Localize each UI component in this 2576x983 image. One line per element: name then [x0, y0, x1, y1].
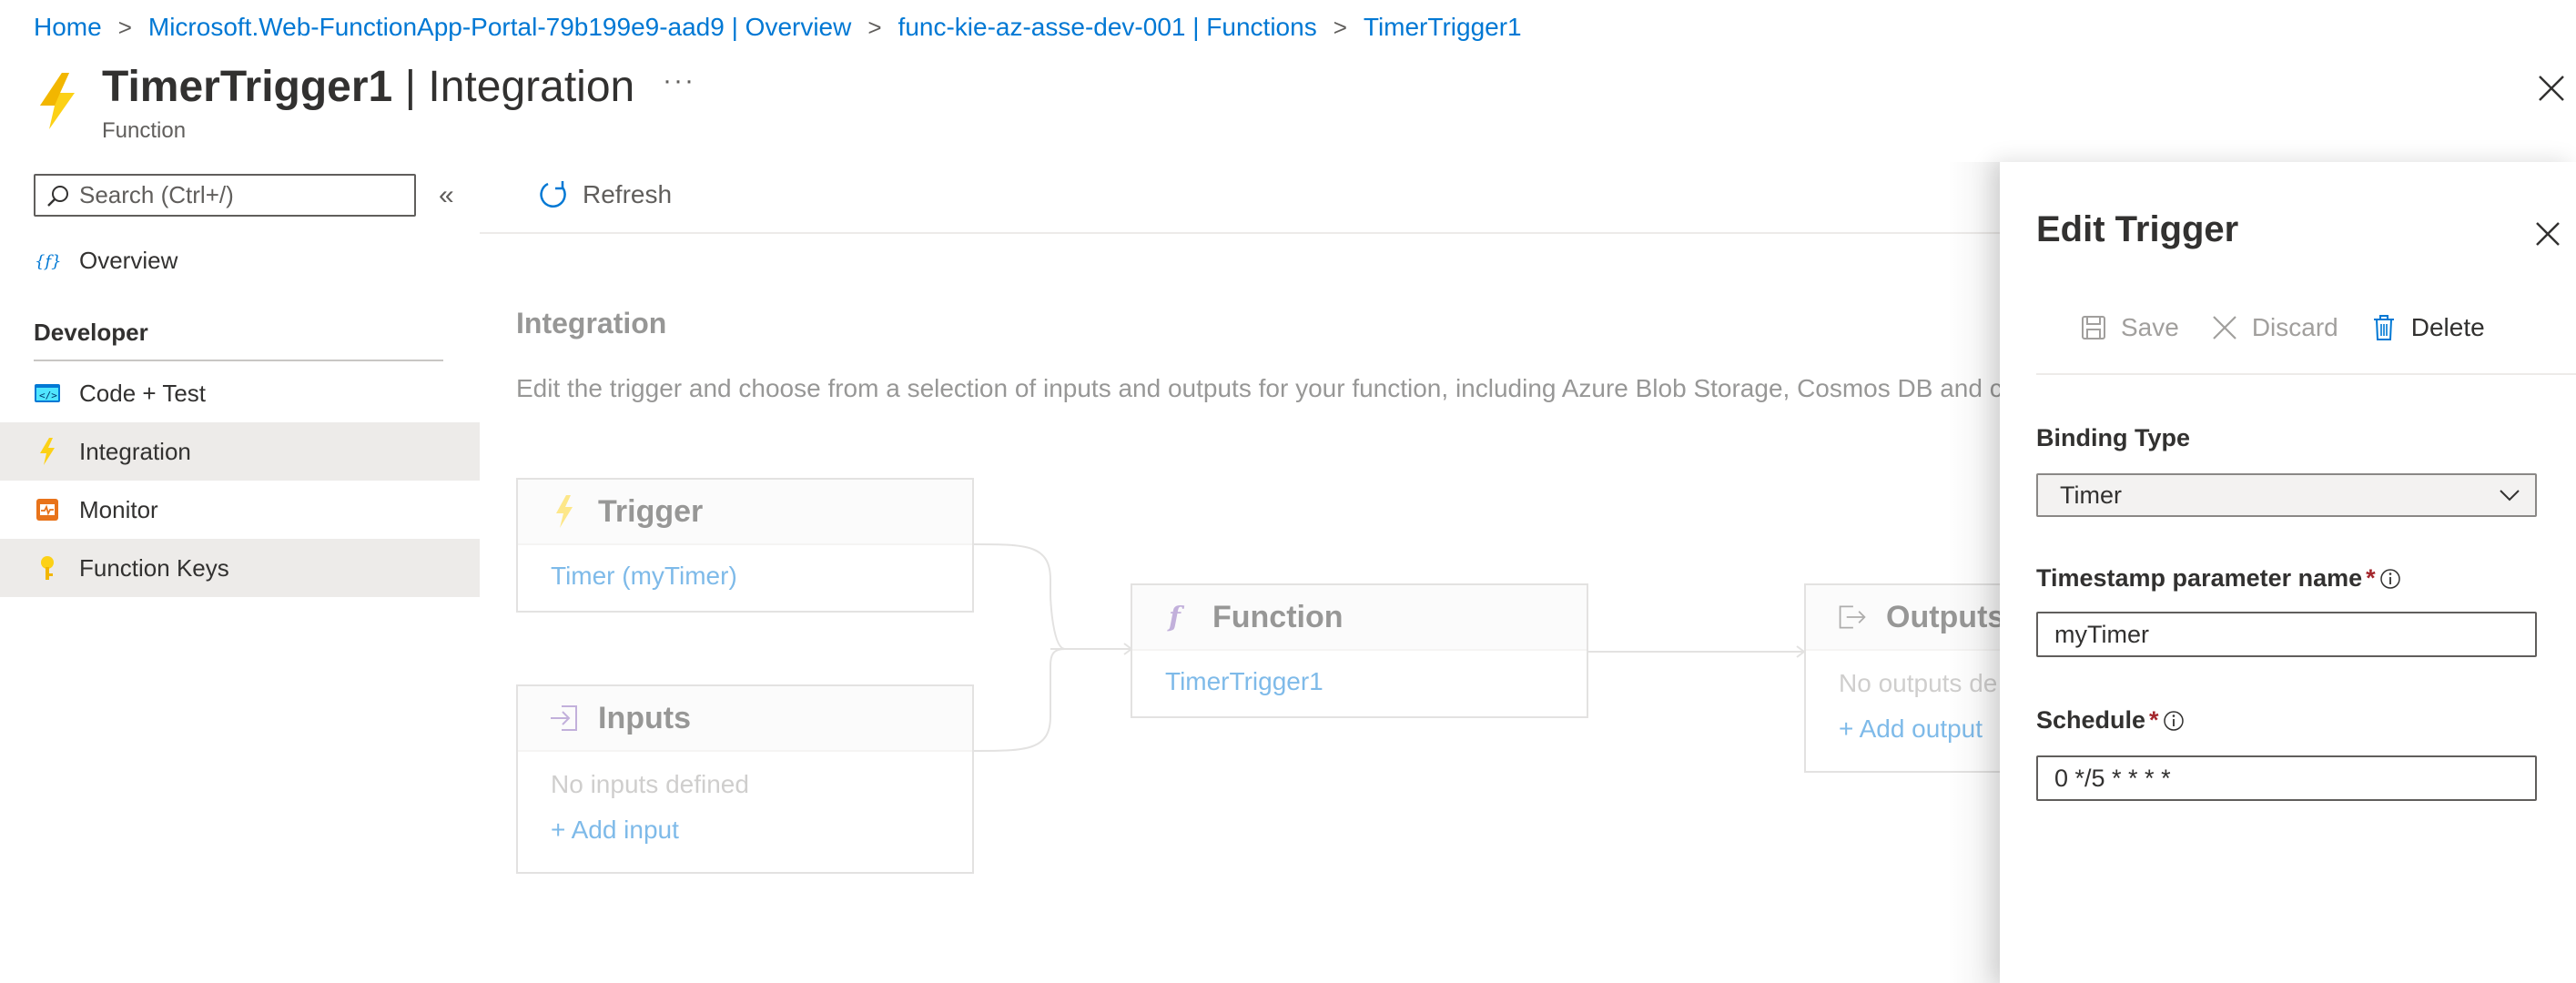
lightning-icon [549, 495, 580, 528]
chevron-right-icon: > [1333, 13, 1347, 41]
refresh-label: Refresh [583, 180, 673, 208]
sidebar-section-developer: Developer [34, 319, 148, 346]
sidebar-item-label: Code + Test [79, 379, 207, 407]
sidebar-item-integration[interactable]: Integration [0, 422, 480, 481]
more-options-button[interactable]: ··· [663, 66, 695, 96]
sidebar-item-function-keys[interactable]: Function Keys [0, 539, 480, 597]
refresh-icon [540, 181, 566, 208]
inputs-empty-text: No inputs defined [551, 770, 749, 798]
breadcrumb-functions[interactable]: func-kie-az-asse-dev-001 | Functions [898, 13, 1317, 42]
save-button[interactable]: Save [2079, 313, 2179, 342]
page-title: TimerTrigger1 | Integration [102, 63, 635, 111]
page-subtitle: Function [102, 118, 187, 143]
trigger-title: Trigger [598, 493, 704, 529]
svg-text:{f}: {f} [35, 252, 61, 271]
panel-title: Edit Trigger [2036, 209, 2239, 249]
sidebar-item-overview[interactable]: {f} Overview [0, 231, 480, 289]
panel-divider [2036, 373, 2576, 375]
inputs-card: Inputs No inputs defined + Add input [516, 684, 974, 874]
close-icon [2213, 316, 2236, 339]
breadcrumb-function-app[interactable]: Microsoft.Web-FunctionApp-Portal-79b199e… [148, 13, 851, 42]
discard-button[interactable]: Discard [2210, 313, 2338, 342]
schedule-field[interactable] [2036, 755, 2537, 801]
sidebar-item-label: Function Keys [79, 553, 229, 582]
timestamp-label: Timestamp parameter name * [2036, 564, 2401, 593]
monitor-icon [34, 496, 61, 523]
sidebar-item-code-test[interactable]: </> Code + Test [0, 364, 480, 422]
trigger-link[interactable]: Timer (myTimer) [551, 562, 972, 591]
command-bar [480, 168, 2018, 234]
collapse-sidebar-button[interactable]: « [439, 180, 454, 211]
chevron-right-icon: > [117, 13, 132, 41]
timestamp-field[interactable] [2036, 612, 2537, 657]
breadcrumb-home[interactable]: Home [34, 13, 102, 42]
add-input-link[interactable]: + Add input [551, 816, 972, 845]
lightning-icon [34, 438, 61, 465]
required-mark: * [2366, 564, 2376, 592]
output-icon [1837, 601, 1868, 633]
svg-text:f: f [1167, 602, 1185, 633]
info-icon[interactable] [2379, 568, 2401, 590]
sidebar-item-label: Integration [79, 437, 191, 465]
binding-type-label: Binding Type [2036, 424, 2190, 451]
function-card: f Function TimerTrigger1 [1131, 583, 1588, 718]
function-icon: {f} [34, 247, 61, 274]
delete-button[interactable]: Delete [2369, 313, 2485, 342]
function-title: Function [1212, 599, 1344, 634]
breadcrumb: Home > Microsoft.Web-FunctionApp-Portal-… [34, 11, 1522, 44]
required-mark: * [2149, 706, 2159, 734]
key-icon [34, 554, 61, 582]
section-divider [34, 360, 443, 361]
info-icon[interactable] [2163, 710, 2185, 732]
sidebar-item-label: Monitor [79, 495, 158, 523]
chevron-down-icon [2500, 490, 2520, 502]
refresh-button[interactable]: Refresh [537, 178, 672, 211]
sidebar-item-label: Overview [79, 246, 178, 274]
lightning-icon [40, 73, 75, 129]
function-icon: f [1163, 601, 1194, 633]
search-icon [47, 185, 68, 207]
sidebar-item-monitor[interactable]: Monitor [0, 481, 480, 539]
panel-command-bar: Save Discard Delete [2079, 313, 2516, 342]
breadcrumb-function[interactable]: TimerTrigger1 [1364, 13, 1522, 42]
code-icon: </> [34, 380, 61, 407]
binding-type-dropdown[interactable]: Timer [2036, 473, 2537, 517]
integration-canvas: Integration Edit the trigger and choose … [480, 234, 2018, 983]
save-icon [2082, 316, 2105, 339]
inputs-title: Inputs [598, 700, 691, 735]
search-input[interactable] [79, 181, 407, 209]
chevron-right-icon: > [867, 13, 882, 41]
input-icon [549, 702, 580, 735]
edit-trigger-panel: Edit Trigger Save Discard Delete Binding… [2000, 162, 2576, 983]
close-icon[interactable] [2536, 73, 2567, 104]
function-link[interactable]: TimerTrigger1 [1165, 667, 1587, 696]
close-icon[interactable] [2534, 220, 2561, 248]
svg-text:</>: </> [39, 390, 57, 401]
trash-icon [2373, 315, 2394, 340]
schedule-label: Schedule * [2036, 706, 2185, 735]
trigger-card: Trigger Timer (myTimer) [516, 478, 974, 613]
search-box[interactable] [34, 174, 416, 217]
